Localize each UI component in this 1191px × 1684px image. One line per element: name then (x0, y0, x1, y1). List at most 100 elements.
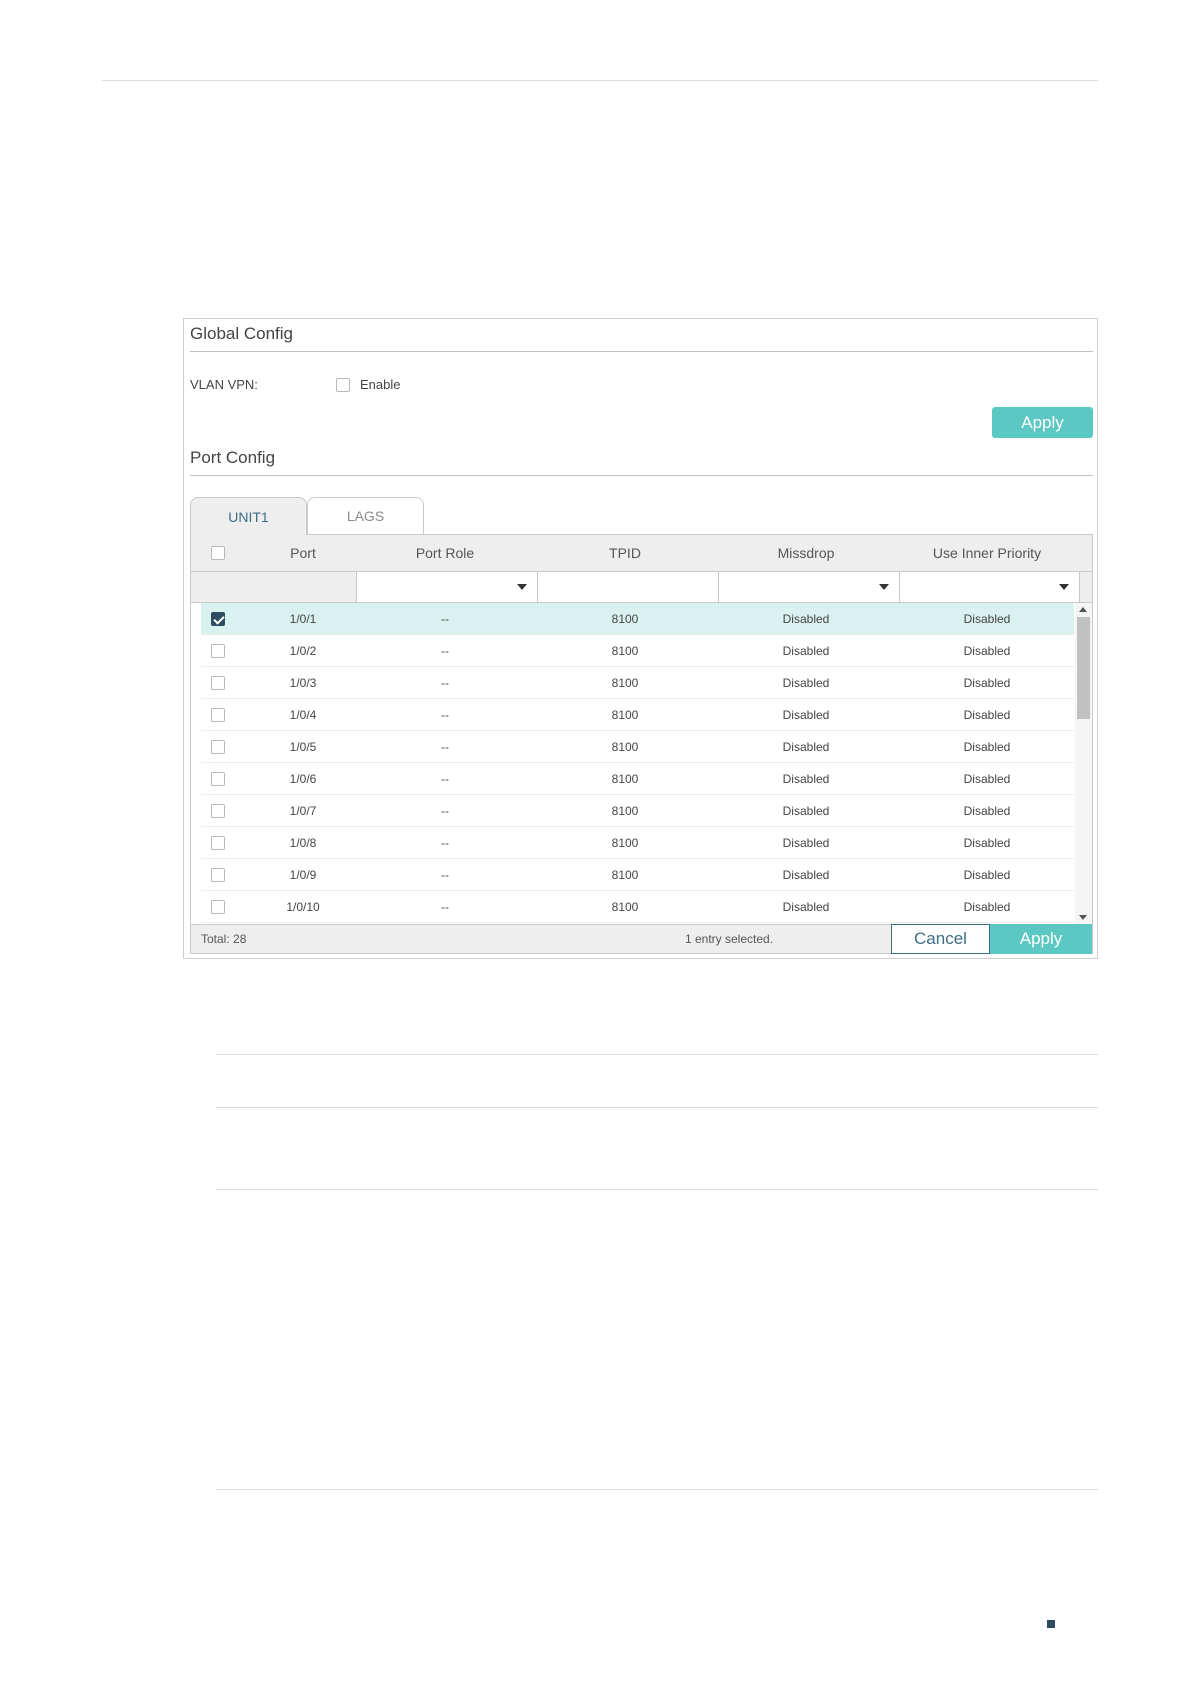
row-checkbox[interactable] (211, 772, 225, 786)
table-row[interactable]: 1/0/1 -- 8100 Disabled Disabled (201, 603, 1074, 635)
scrollbar-thumb[interactable] (1077, 617, 1090, 719)
table-row[interactable]: 1/0/4 -- 8100 Disabled Disabled (201, 699, 1074, 731)
port-role-filter-select[interactable] (356, 572, 537, 602)
inner-priority-cell: Disabled (963, 740, 1011, 754)
table-rule (216, 1189, 1098, 1190)
column-header-use-inner-priority[interactable]: Use Inner Priority (897, 535, 1077, 571)
table-row[interactable]: 1/0/6 -- 8100 Disabled Disabled (201, 763, 1074, 795)
global-config-title: Global Config (190, 324, 294, 343)
tpid-cell: 8100 (611, 804, 639, 818)
tpid-filter-input[interactable] (537, 572, 718, 602)
page-marker-icon (1047, 1620, 1055, 1628)
row-checkbox[interactable] (211, 804, 225, 818)
row-checkbox[interactable] (211, 676, 225, 690)
table-rule (216, 1054, 1098, 1055)
missdrop-cell: Disabled (782, 676, 830, 690)
port-cell: 1/0/10 (286, 900, 320, 914)
table-apply-button[interactable]: Apply (990, 924, 1092, 954)
missdrop-cell: Disabled (782, 772, 830, 786)
global-config-divider (190, 351, 1093, 352)
port-role-cell: -- (441, 836, 449, 850)
table-row[interactable]: 1/0/5 -- 8100 Disabled Disabled (201, 731, 1074, 763)
missdrop-filter-select[interactable] (718, 572, 899, 602)
vlan-vpn-label: VLAN VPN: (190, 377, 258, 392)
tab-unit1[interactable]: UNIT1 (190, 497, 307, 535)
vlan-vpn-enable-checkbox[interactable] (336, 378, 350, 392)
row-checkbox[interactable] (211, 836, 225, 850)
table-header: Port Port Role TPID Missdrop Use Inner P… (191, 535, 1092, 571)
table-row[interactable]: 1/0/9 -- 8100 Disabled Disabled (201, 859, 1074, 891)
tpid-cell: 8100 (611, 644, 639, 658)
column-header-missdrop[interactable]: Missdrop (716, 535, 896, 571)
port-cell: 1/0/8 (289, 836, 317, 850)
port-cell: 1/0/2 (289, 644, 317, 658)
row-checkbox[interactable] (211, 644, 225, 658)
port-role-cell: -- (441, 708, 449, 722)
row-checkbox[interactable] (211, 900, 225, 914)
tpid-cell: 8100 (611, 708, 639, 722)
port-cell: 1/0/1 (289, 612, 317, 626)
inner-priority-filter-select[interactable] (899, 572, 1080, 602)
table-scrollbar[interactable] (1075, 603, 1092, 924)
table-rule (216, 1107, 1098, 1108)
missdrop-cell: Disabled (782, 644, 830, 658)
port-config-table: Port Port Role TPID Missdrop Use Inner P… (190, 534, 1093, 954)
tpid-cell: 8100 (611, 868, 639, 882)
table-row[interactable]: 1/0/7 -- 8100 Disabled Disabled (201, 795, 1074, 827)
scroll-down-icon[interactable] (1079, 915, 1087, 920)
tpid-cell: 8100 (611, 900, 639, 914)
port-role-cell: -- (441, 804, 449, 818)
inner-priority-cell: Disabled (963, 676, 1011, 690)
missdrop-cell: Disabled (782, 740, 830, 754)
port-role-cell: -- (441, 740, 449, 754)
row-checkbox[interactable] (211, 740, 225, 754)
tpid-cell: 8100 (611, 612, 639, 626)
table-rule (216, 1489, 1098, 1490)
inner-priority-cell: Disabled (963, 644, 1011, 658)
missdrop-cell: Disabled (782, 868, 830, 882)
table-row[interactable]: 1/0/2 -- 8100 Disabled Disabled (201, 635, 1074, 667)
port-role-cell: -- (441, 772, 449, 786)
port-role-cell: -- (441, 900, 449, 914)
column-header-port-role[interactable]: Port Role (355, 535, 535, 571)
row-checkbox[interactable] (211, 612, 225, 626)
port-cell: 1/0/7 (289, 804, 317, 818)
column-header-tpid[interactable]: TPID (535, 535, 715, 571)
port-cell: 1/0/5 (289, 740, 317, 754)
select-all-checkbox[interactable] (211, 546, 225, 560)
inner-priority-cell: Disabled (963, 836, 1011, 850)
total-count: Total: 28 (201, 932, 247, 946)
column-header-port[interactable]: Port (251, 535, 355, 571)
tpid-cell: 8100 (611, 676, 639, 690)
table-row[interactable]: 1/0/10 -- 8100 Disabled Disabled (201, 891, 1074, 923)
port-cell: 1/0/3 (289, 676, 317, 690)
port-config-divider (190, 475, 1093, 476)
header-rule (102, 80, 1098, 81)
inner-priority-cell: Disabled (963, 708, 1011, 722)
missdrop-cell: Disabled (782, 900, 830, 914)
port-cell: 1/0/9 (289, 868, 317, 882)
port-cell: 1/0/6 (289, 772, 317, 786)
inner-priority-cell: Disabled (963, 868, 1011, 882)
port-role-cell: -- (441, 612, 449, 626)
filter-row (191, 571, 1092, 603)
inner-priority-cell: Disabled (963, 612, 1011, 626)
vlan-vpn-config-panel: Global Config VLAN VPN: Enable Apply Por… (183, 318, 1098, 959)
tab-lags[interactable]: LAGS (307, 497, 424, 534)
selection-status: 1 entry selected. (684, 932, 774, 946)
row-checkbox[interactable] (211, 708, 225, 722)
global-apply-button[interactable]: Apply (992, 407, 1093, 438)
tpid-cell: 8100 (611, 836, 639, 850)
row-checkbox[interactable] (211, 868, 225, 882)
inner-priority-cell: Disabled (963, 772, 1011, 786)
tpid-cell: 8100 (611, 740, 639, 754)
missdrop-cell: Disabled (782, 804, 830, 818)
port-role-cell: -- (441, 676, 449, 690)
chevron-down-icon (517, 584, 527, 590)
cancel-button[interactable]: Cancel (891, 924, 990, 954)
port-role-cell: -- (441, 868, 449, 882)
table-row[interactable]: 1/0/3 -- 8100 Disabled Disabled (201, 667, 1074, 699)
port-cell: 1/0/4 (289, 708, 317, 722)
table-row[interactable]: 1/0/8 -- 8100 Disabled Disabled (201, 827, 1074, 859)
scroll-up-icon[interactable] (1079, 607, 1087, 612)
